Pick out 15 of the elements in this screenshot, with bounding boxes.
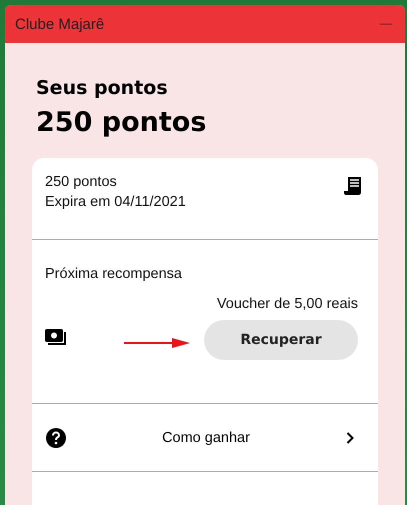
points-total: 250 pontos <box>36 107 208 138</box>
chevron-right-icon <box>346 432 354 444</box>
link-label: Como ganhar <box>161 430 251 446</box>
menu-row[interactable]: Como ganhar <box>32 404 378 472</box>
points-text: 250 pontos <box>45 174 118 190</box>
help-icon <box>46 428 66 448</box>
recover-button[interactable]: Recuperar <box>204 320 358 360</box>
expiry-text: Expira em 04/11/2021 <box>45 194 186 210</box>
window-title: Clube Majarê <box>15 16 104 32</box>
reward-text: Voucher de 5,00 reais <box>216 296 358 312</box>
reward-label: Próxima recompensa <box>45 266 183 282</box>
arrow <box>124 338 190 348</box>
section-heading: Seus pontos <box>36 77 169 99</box>
receipt-icon[interactable] <box>344 176 362 196</box>
money-icon <box>45 328 67 348</box>
